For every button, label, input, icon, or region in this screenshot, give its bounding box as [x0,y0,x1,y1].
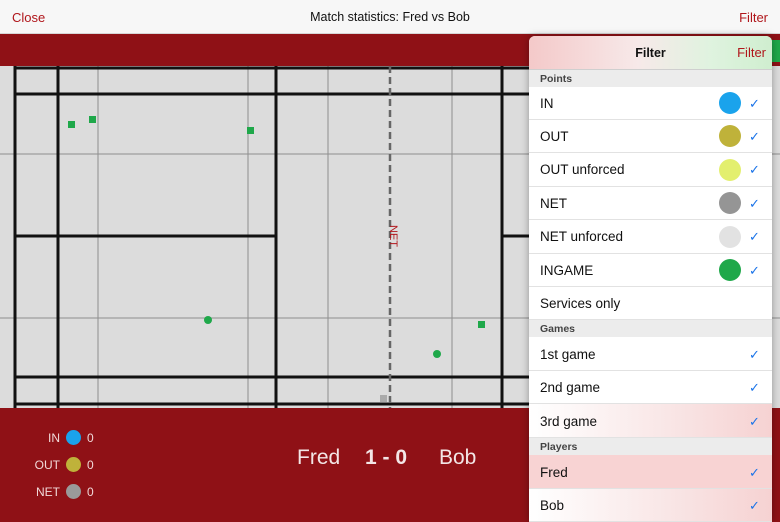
section-label: Games [540,323,576,335]
score-result: 1 - 0 [365,446,408,469]
checkmark-icon: ✓ [749,414,760,429]
filter-row-label: IN [540,96,554,111]
legend-net: NET 0 [0,482,110,502]
filter-row-label: Services only [540,296,621,311]
point-marker [380,395,387,402]
section-label: Points [540,73,573,85]
filter-button[interactable]: Filter [739,10,768,25]
legend-count: 0 [87,431,94,445]
filter-row-label: 1st game [540,347,596,362]
point-marker [433,350,441,358]
legend-label: NET [36,485,60,499]
checkmark-icon: ✓ [749,96,760,111]
section-header-players: Players [529,438,772,455]
filter-row-label: Bob [540,498,565,513]
filter-row-services-only[interactable]: Services only [529,287,772,320]
filter-row-out[interactable]: OUT ✓ [529,120,772,153]
section-label: Players [540,441,578,453]
filter-row-label: INGAME [540,263,594,278]
filter-panel-header: Filter Filter [529,36,772,70]
filter-row-label: OUT unforced [540,162,625,177]
section-header-games: Games [529,320,772,337]
point-marker [68,121,75,128]
player2-name: Bob [439,446,477,469]
checkmark-icon: ✓ [749,465,760,480]
filter-row-ingame[interactable]: INGAME ✓ [529,254,772,287]
color-swatch [719,226,741,248]
filter-row-label: 3rd game [540,414,598,429]
legend-dot [66,430,81,445]
checkmark-icon: ✓ [749,229,760,244]
color-swatch [719,125,741,147]
legend-out: OUT 0 [0,455,110,475]
legend-dot [66,484,81,499]
legend-label: OUT [34,458,60,472]
filter-row-2nd-game[interactable]: 2nd game ✓ [529,371,772,404]
filter-panel: Filter Filter Points IN ✓ OUT ✓ OUT unfo… [529,36,772,522]
filter-row-label: NET unforced [540,229,624,244]
filter-row-1st-game[interactable]: 1st game ✓ [529,337,772,371]
filter-row-net-unforced[interactable]: NET unforced ✓ [529,220,772,254]
navigation-bar: Close Match statistics: Fred vs Bob Filt… [0,0,780,34]
point-marker [247,127,254,134]
section-header-points: Points [529,70,772,87]
color-swatch [719,192,741,214]
filter-panel-title: Filter [635,46,666,60]
color-swatch [719,159,741,181]
filter-row-out-unforced[interactable]: OUT unforced ✓ [529,153,772,187]
color-swatch [719,259,741,281]
legend-count: 0 [87,485,94,499]
legend-dot [66,457,81,472]
checkmark-icon: ✓ [749,263,760,278]
filter-row-label: Fred [540,465,568,480]
checkmark-icon: ✓ [749,162,760,177]
filter-row-label: 2nd game [540,380,601,395]
point-marker [478,321,485,328]
page-title: Match statistics: Fred vs Bob [310,10,470,24]
net-label: NET [387,225,399,247]
legend-in: IN 0 [0,428,110,448]
legend-count: 0 [87,458,94,472]
filter-row-player-bob[interactable]: Bob ✓ [529,489,772,522]
player1-name: Fred [297,446,341,469]
point-marker [204,316,212,324]
checkmark-icon: ✓ [749,129,760,144]
filter-apply-button[interactable]: Filter [737,45,766,60]
checkmark-icon: ✓ [749,196,760,211]
checkmark-icon: ✓ [749,380,760,395]
filter-row-label: OUT [540,129,569,144]
filter-row-3rd-game[interactable]: 3rd game ✓ [529,404,772,438]
filter-row-net[interactable]: NET ✓ [529,187,772,220]
filter-row-player-fred[interactable]: Fred ✓ [529,455,772,489]
filter-row-label: NET [540,196,567,211]
checkmark-icon: ✓ [749,498,760,513]
color-swatch [719,92,741,114]
filter-row-in[interactable]: IN ✓ [529,87,772,120]
legend-label: IN [48,431,60,445]
checkmark-icon: ✓ [749,347,760,362]
point-marker [89,116,96,123]
